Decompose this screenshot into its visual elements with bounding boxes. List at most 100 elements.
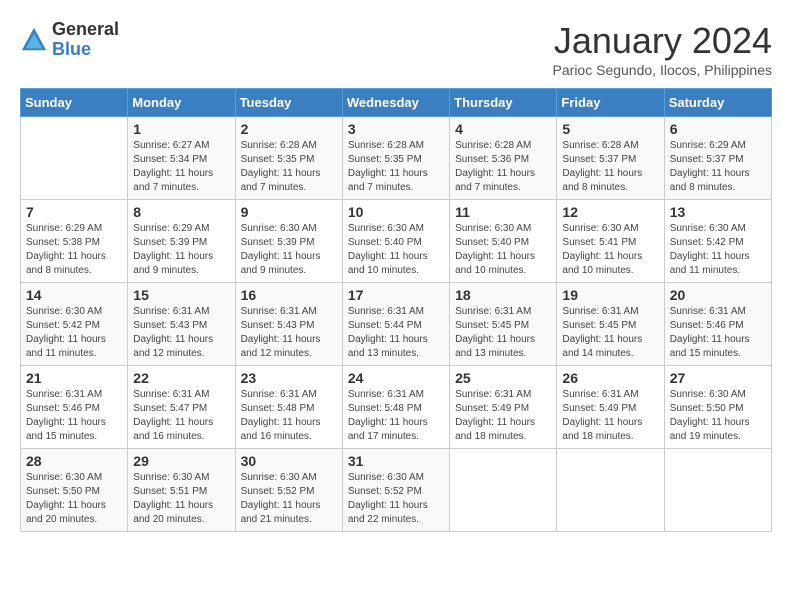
day-number: 7	[26, 204, 122, 220]
day-info: Sunrise: 6:31 AM Sunset: 5:49 PM Dayligh…	[562, 388, 658, 444]
day-info: Sunrise: 6:31 AM Sunset: 5:44 PM Dayligh…	[348, 305, 444, 361]
calendar-cell: 15Sunrise: 6:31 AM Sunset: 5:43 PM Dayli…	[128, 283, 235, 366]
day-number: 1	[133, 121, 229, 137]
header-friday: Friday	[557, 89, 664, 117]
day-info: Sunrise: 6:27 AM Sunset: 5:34 PM Dayligh…	[133, 139, 229, 195]
day-number: 14	[26, 287, 122, 303]
header-thursday: Thursday	[450, 89, 557, 117]
calendar-header-row: SundayMondayTuesdayWednesdayThursdayFrid…	[21, 89, 772, 117]
calendar-cell: 9 Sunrise: 6:30 AM Sunset: 5:39 PM Daylig…	[235, 200, 342, 283]
day-number: 19	[562, 287, 658, 303]
calendar-cell: 12 Sunrise: 6:30 AM Sunset: 5:41 PM Dayli…	[557, 200, 664, 283]
calendar-cell: 30Sunrise: 6:30 AM Sunset: 5:52 PM Dayli…	[235, 449, 342, 532]
header-sunday: Sunday	[21, 89, 128, 117]
calendar-cell: 7 Sunrise: 6:29 AM Sunset: 5:38 PM Daylig…	[21, 200, 128, 283]
calendar-week-3: 21 Sunrise: 6:31 AM Sunset: 5:46 PM Dayli…	[21, 366, 772, 449]
day-number: 31	[348, 453, 444, 469]
day-number: 18	[455, 287, 551, 303]
day-number: 4	[455, 121, 551, 137]
day-info: Sunrise: 6:30 AM Sunset: 5:40 PM Dayligh…	[348, 222, 444, 278]
day-info: Sunrise: 6:31 AM Sunset: 5:47 PM Dayligh…	[133, 388, 229, 444]
day-info: Sunrise: 6:30 AM Sunset: 5:42 PM Dayligh…	[26, 305, 122, 361]
calendar-cell: 22 Sunrise: 6:31 AM Sunset: 5:47 PM Dayli…	[128, 366, 235, 449]
calendar-cell: 29 Sunrise: 6:30 AM Sunset: 5:51 PM Dayli…	[128, 449, 235, 532]
day-number: 23	[241, 370, 337, 386]
day-info: Sunrise: 6:31 AM Sunset: 5:48 PM Dayligh…	[241, 388, 337, 444]
day-info: Sunrise: 6:30 AM Sunset: 5:39 PM Dayligh…	[241, 222, 337, 278]
calendar-cell: 6Sunrise: 6:29 AM Sunset: 5:37 PM Daylig…	[664, 117, 771, 200]
day-info: Sunrise: 6:30 AM Sunset: 5:51 PM Dayligh…	[133, 471, 229, 527]
logo-general: General	[52, 20, 119, 40]
logo-blue: Blue	[52, 40, 119, 60]
calendar-cell: 27Sunrise: 6:30 AM Sunset: 5:50 PM Dayli…	[664, 366, 771, 449]
calendar-cell: 3 Sunrise: 6:28 AM Sunset: 5:35 PM Daylig…	[342, 117, 449, 200]
calendar-week-0: 1 Sunrise: 6:27 AM Sunset: 5:34 PM Daylig…	[21, 117, 772, 200]
calendar-cell	[450, 449, 557, 532]
calendar-cell: 23 Sunrise: 6:31 AM Sunset: 5:48 PM Dayli…	[235, 366, 342, 449]
calendar-cell: 4 Sunrise: 6:28 AM Sunset: 5:36 PM Daylig…	[450, 117, 557, 200]
header-saturday: Saturday	[664, 89, 771, 117]
month-title: January 2024	[553, 20, 772, 62]
day-info: Sunrise: 6:28 AM Sunset: 5:35 PM Dayligh…	[348, 139, 444, 195]
day-info: Sunrise: 6:29 AM Sunset: 5:39 PM Dayligh…	[133, 222, 229, 278]
day-number: 9	[241, 204, 337, 220]
day-number: 13	[670, 204, 766, 220]
day-number: 22	[133, 370, 229, 386]
calendar-cell: 25Sunrise: 6:31 AM Sunset: 5:49 PM Dayli…	[450, 366, 557, 449]
header-tuesday: Tuesday	[235, 89, 342, 117]
day-number: 12	[562, 204, 658, 220]
calendar-cell: 26 Sunrise: 6:31 AM Sunset: 5:49 PM Dayli…	[557, 366, 664, 449]
day-info: Sunrise: 6:29 AM Sunset: 5:38 PM Dayligh…	[26, 222, 122, 278]
calendar-cell: 31 Sunrise: 6:30 AM Sunset: 5:52 PM Dayli…	[342, 449, 449, 532]
calendar-cell: 16 Sunrise: 6:31 AM Sunset: 5:43 PM Dayli…	[235, 283, 342, 366]
day-number: 30	[241, 453, 337, 469]
day-number: 3	[348, 121, 444, 137]
calendar-week-4: 28Sunrise: 6:30 AM Sunset: 5:50 PM Dayli…	[21, 449, 772, 532]
calendar-cell: 13 Sunrise: 6:30 AM Sunset: 5:42 PM Dayli…	[664, 200, 771, 283]
day-number: 16	[241, 287, 337, 303]
calendar-cell: 18Sunrise: 6:31 AM Sunset: 5:45 PM Dayli…	[450, 283, 557, 366]
day-info: Sunrise: 6:28 AM Sunset: 5:36 PM Dayligh…	[455, 139, 551, 195]
day-info: Sunrise: 6:29 AM Sunset: 5:37 PM Dayligh…	[670, 139, 766, 195]
calendar-cell: 2 Sunrise: 6:28 AM Sunset: 5:35 PM Daylig…	[235, 117, 342, 200]
location-subtitle: Parioc Segundo, Ilocos, Philippines	[553, 62, 772, 78]
calendar-cell: 8Sunrise: 6:29 AM Sunset: 5:39 PM Daylig…	[128, 200, 235, 283]
day-number: 27	[670, 370, 766, 386]
title-section: January 2024 Parioc Segundo, Ilocos, Phi…	[553, 20, 772, 78]
day-info: Sunrise: 6:30 AM Sunset: 5:52 PM Dayligh…	[348, 471, 444, 527]
calendar-cell	[557, 449, 664, 532]
calendar-cell	[664, 449, 771, 532]
day-info: Sunrise: 6:31 AM Sunset: 5:48 PM Dayligh…	[348, 388, 444, 444]
calendar-cell: 28Sunrise: 6:30 AM Sunset: 5:50 PM Dayli…	[21, 449, 128, 532]
day-info: Sunrise: 6:31 AM Sunset: 5:43 PM Dayligh…	[241, 305, 337, 361]
calendar-cell: 1 Sunrise: 6:27 AM Sunset: 5:34 PM Daylig…	[128, 117, 235, 200]
day-info: Sunrise: 6:31 AM Sunset: 5:46 PM Dayligh…	[26, 388, 122, 444]
header-monday: Monday	[128, 89, 235, 117]
day-info: Sunrise: 6:31 AM Sunset: 5:43 PM Dayligh…	[133, 305, 229, 361]
day-number: 5	[562, 121, 658, 137]
day-number: 10	[348, 204, 444, 220]
calendar-cell: 5Sunrise: 6:28 AM Sunset: 5:37 PM Daylig…	[557, 117, 664, 200]
day-number: 21	[26, 370, 122, 386]
calendar-week-1: 7 Sunrise: 6:29 AM Sunset: 5:38 PM Daylig…	[21, 200, 772, 283]
day-number: 17	[348, 287, 444, 303]
calendar-cell: 21 Sunrise: 6:31 AM Sunset: 5:46 PM Dayli…	[21, 366, 128, 449]
day-number: 20	[670, 287, 766, 303]
calendar-cell: 10 Sunrise: 6:30 AM Sunset: 5:40 PM Dayli…	[342, 200, 449, 283]
day-number: 25	[455, 370, 551, 386]
calendar-cell: 11 Sunrise: 6:30 AM Sunset: 5:40 PM Dayli…	[450, 200, 557, 283]
day-number: 29	[133, 453, 229, 469]
day-info: Sunrise: 6:28 AM Sunset: 5:35 PM Dayligh…	[241, 139, 337, 195]
day-number: 2	[241, 121, 337, 137]
day-info: Sunrise: 6:30 AM Sunset: 5:42 PM Dayligh…	[670, 222, 766, 278]
logo: General Blue	[20, 20, 119, 60]
day-info: Sunrise: 6:30 AM Sunset: 5:40 PM Dayligh…	[455, 222, 551, 278]
calendar-cell: 17 Sunrise: 6:31 AM Sunset: 5:44 PM Dayli…	[342, 283, 449, 366]
day-info: Sunrise: 6:30 AM Sunset: 5:41 PM Dayligh…	[562, 222, 658, 278]
day-number: 26	[562, 370, 658, 386]
day-number: 11	[455, 204, 551, 220]
day-number: 28	[26, 453, 122, 469]
calendar-cell: 19 Sunrise: 6:31 AM Sunset: 5:45 PM Dayli…	[557, 283, 664, 366]
calendar-week-2: 14 Sunrise: 6:30 AM Sunset: 5:42 PM Dayli…	[21, 283, 772, 366]
day-info: Sunrise: 6:31 AM Sunset: 5:45 PM Dayligh…	[562, 305, 658, 361]
